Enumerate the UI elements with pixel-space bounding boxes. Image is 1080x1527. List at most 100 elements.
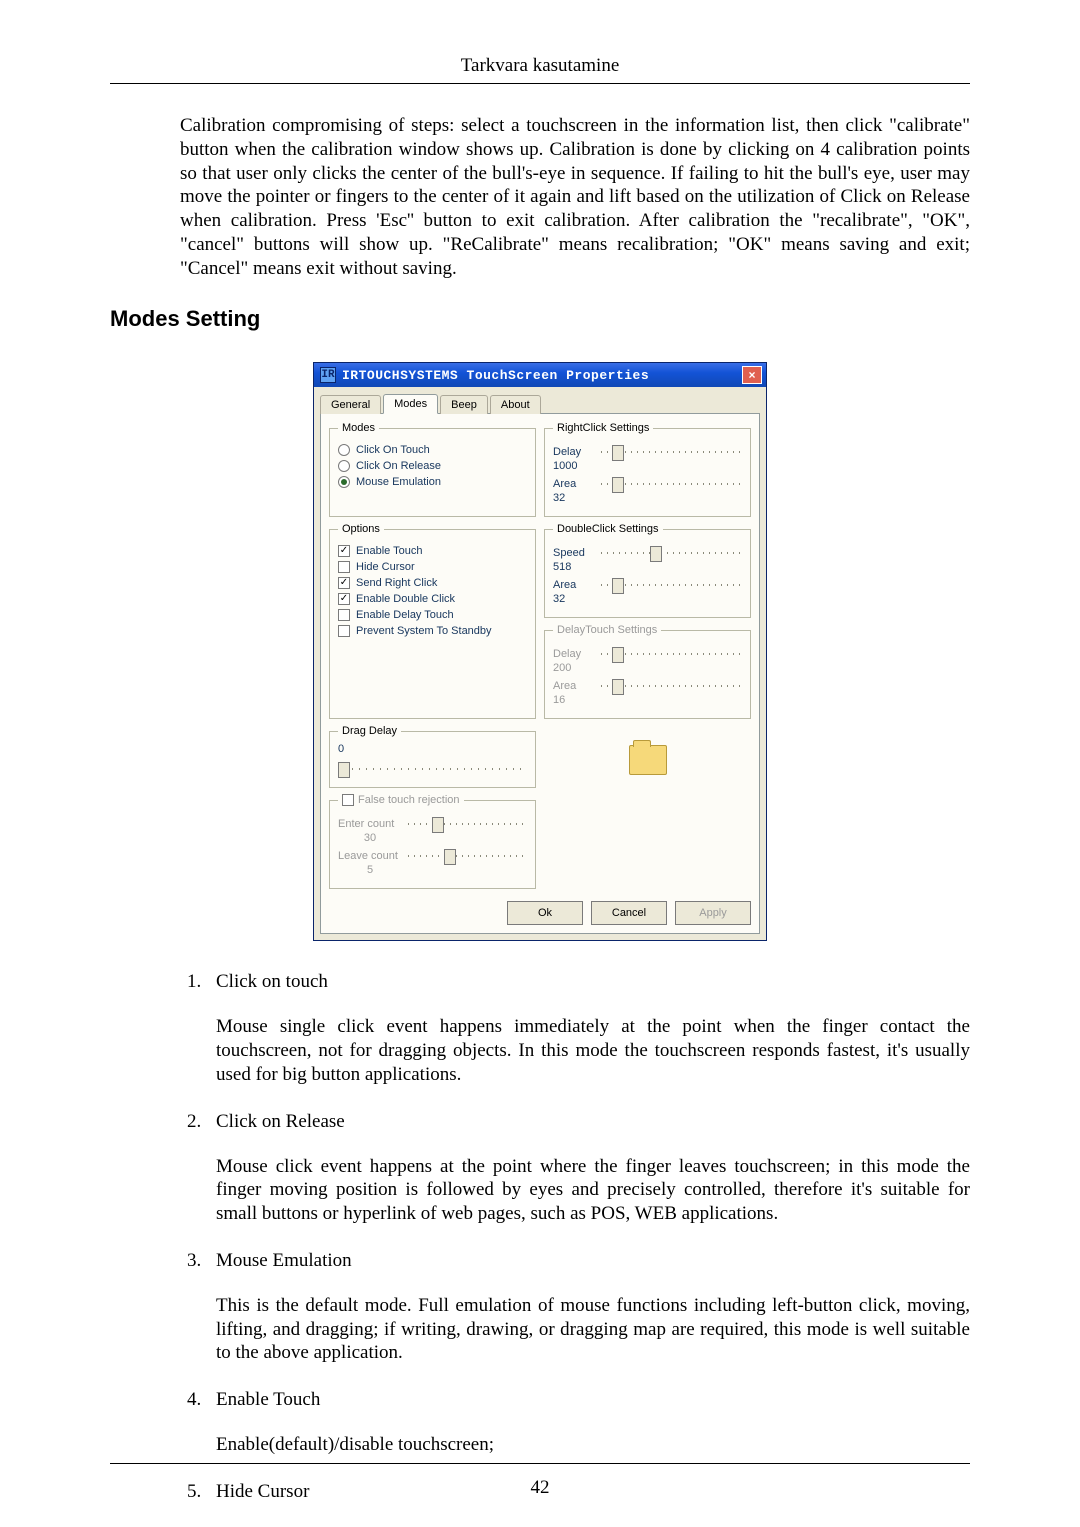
slider-value: 16: [553, 694, 587, 706]
slider-rightclick-delay[interactable]: Delay: [553, 444, 742, 460]
slider-label: Delay: [553, 446, 595, 458]
apply-button[interactable]: Apply: [675, 901, 751, 925]
tab-strip: General Modes Beep About: [314, 387, 766, 413]
folder-icon: [629, 745, 667, 775]
slider-delaytouch-area: Area: [553, 678, 742, 694]
check-label: Enable Delay Touch: [356, 609, 454, 621]
tab-about[interactable]: About: [490, 395, 541, 414]
drag-delay-value: 0: [338, 743, 527, 755]
group-false-touch-legend: False touch rejection: [358, 794, 460, 806]
group-drag-delay: Drag Delay 0: [329, 725, 536, 788]
checkbox-icon: [338, 561, 350, 573]
group-rightclick: RightClick Settings Delay 1000 Area: [544, 422, 751, 517]
radio-click-on-touch[interactable]: Click On Touch: [338, 444, 527, 456]
slider-value: 5: [338, 864, 402, 876]
slider-value: 200: [553, 662, 587, 674]
slider-delaytouch-delay: Delay: [553, 646, 742, 662]
checkbox-icon: [338, 609, 350, 621]
item-body: Mouse single click event happens immedia…: [216, 1015, 970, 1086]
slider-value: 518: [553, 561, 587, 573]
group-drag-delay-legend: Drag Delay: [338, 725, 401, 737]
slider-label: Area: [553, 478, 595, 490]
check-enable-delay-touch[interactable]: Enable Delay Touch: [338, 609, 527, 621]
checkbox-icon: [338, 545, 350, 557]
properties-dialog: IR IRTOUCHSYSTEMS TouchScreen Properties…: [313, 362, 767, 941]
radio-mouse-emulation[interactable]: Mouse Emulation: [338, 476, 527, 488]
slider-leave-count: Leave count: [338, 848, 527, 864]
titlebar[interactable]: IR IRTOUCHSYSTEMS TouchScreen Properties…: [314, 363, 766, 387]
radio-label: Click On Release: [356, 460, 441, 472]
checkbox-icon: [338, 593, 350, 605]
item-title: Enable Touch: [216, 1389, 970, 1411]
list-item: Click on touch Mouse single click event …: [206, 971, 970, 1086]
check-enable-touch[interactable]: Enable Touch: [338, 545, 527, 557]
footer-rule: [110, 1463, 970, 1464]
item-title: Mouse Emulation: [216, 1250, 970, 1272]
group-modes-legend: Modes: [338, 422, 379, 434]
item-body: Enable(default)/disable touchscreen;: [216, 1433, 970, 1457]
tab-modes[interactable]: Modes: [383, 394, 438, 414]
check-enable-double-click[interactable]: Enable Double Click: [338, 593, 527, 605]
checkbox-icon[interactable]: [342, 794, 354, 806]
check-label: Hide Cursor: [356, 561, 415, 573]
check-prevent-standby[interactable]: Prevent System To Standby: [338, 625, 527, 637]
group-false-touch: False touch rejection Enter count 30 Lea…: [329, 794, 536, 889]
group-delaytouch-legend: DelayTouch Settings: [553, 624, 661, 636]
radio-icon: [338, 460, 350, 472]
group-options-legend: Options: [338, 523, 384, 535]
radio-label: Mouse Emulation: [356, 476, 441, 488]
group-doubleclick: DoubleClick Settings Speed 518 Area: [544, 523, 751, 618]
page-running-header: Tarkvara kasutamine: [110, 55, 970, 77]
app-icon: IR: [320, 367, 336, 383]
page-number: 42: [0, 1477, 1080, 1499]
slider-label: Speed: [553, 547, 595, 559]
slider-value: 32: [553, 492, 587, 504]
item-title: Click on touch: [216, 971, 970, 993]
check-label: Prevent System To Standby: [356, 625, 492, 637]
radio-icon: [338, 444, 350, 456]
radio-label: Click On Touch: [356, 444, 430, 456]
cancel-button[interactable]: Cancel: [591, 901, 667, 925]
slider-value: 1000: [553, 460, 587, 472]
tab-panel-modes: Modes Click On Touch Click On Release Mo…: [320, 413, 760, 934]
check-hide-cursor[interactable]: Hide Cursor: [338, 561, 527, 573]
group-rightclick-legend: RightClick Settings: [553, 422, 653, 434]
slider-label: Area: [553, 579, 595, 591]
group-delaytouch: DelayTouch Settings Delay 200 Area 1: [544, 624, 751, 719]
section-heading: Modes Setting: [110, 306, 970, 332]
feature-list: Click on touch Mouse single click event …: [180, 971, 970, 1503]
check-send-right-click[interactable]: Send Right Click: [338, 577, 527, 589]
tab-general[interactable]: General: [320, 395, 381, 414]
slider-doubleclick-area[interactable]: Area: [553, 577, 742, 593]
tab-beep[interactable]: Beep: [440, 395, 488, 414]
group-modes: Modes Click On Touch Click On Release Mo…: [329, 422, 536, 517]
group-options: Options Enable Touch Hide Cursor Send Ri…: [329, 523, 536, 719]
check-label: Send Right Click: [356, 577, 437, 589]
slider-enter-count: Enter count: [338, 816, 527, 832]
slider-doubleclick-speed[interactable]: Speed: [553, 545, 742, 561]
header-rule: [110, 83, 970, 84]
check-label: Enable Touch: [356, 545, 422, 557]
close-icon[interactable]: ×: [742, 366, 762, 384]
slider-rightclick-area[interactable]: Area: [553, 476, 742, 492]
slider-label: Area: [553, 680, 595, 692]
checkbox-icon: [338, 625, 350, 637]
intro-paragraph: Calibration compromising of steps: selec…: [110, 114, 970, 280]
window-title: IRTOUCHSYSTEMS TouchScreen Properties: [342, 368, 742, 383]
list-item: Mouse Emulation This is the default mode…: [206, 1250, 970, 1365]
item-body: Mouse click event happens at the point w…: [216, 1155, 970, 1226]
slider-value: 30: [338, 832, 402, 844]
checkbox-icon: [338, 577, 350, 589]
ok-button[interactable]: Ok: [507, 901, 583, 925]
slider-drag-delay[interactable]: [338, 759, 527, 779]
slider-label: Leave count: [338, 850, 402, 862]
list-item: Click on Release Mouse click event happe…: [206, 1111, 970, 1226]
radio-click-on-release[interactable]: Click On Release: [338, 460, 527, 472]
check-label: Enable Double Click: [356, 593, 455, 605]
radio-icon: [338, 476, 350, 488]
item-body: This is the default mode. Full emulation…: [216, 1294, 970, 1365]
button-bar: Ok Cancel Apply: [329, 895, 751, 925]
slider-value: 32: [553, 593, 587, 605]
slider-label: Enter count: [338, 818, 402, 830]
test-area[interactable]: [544, 725, 751, 788]
